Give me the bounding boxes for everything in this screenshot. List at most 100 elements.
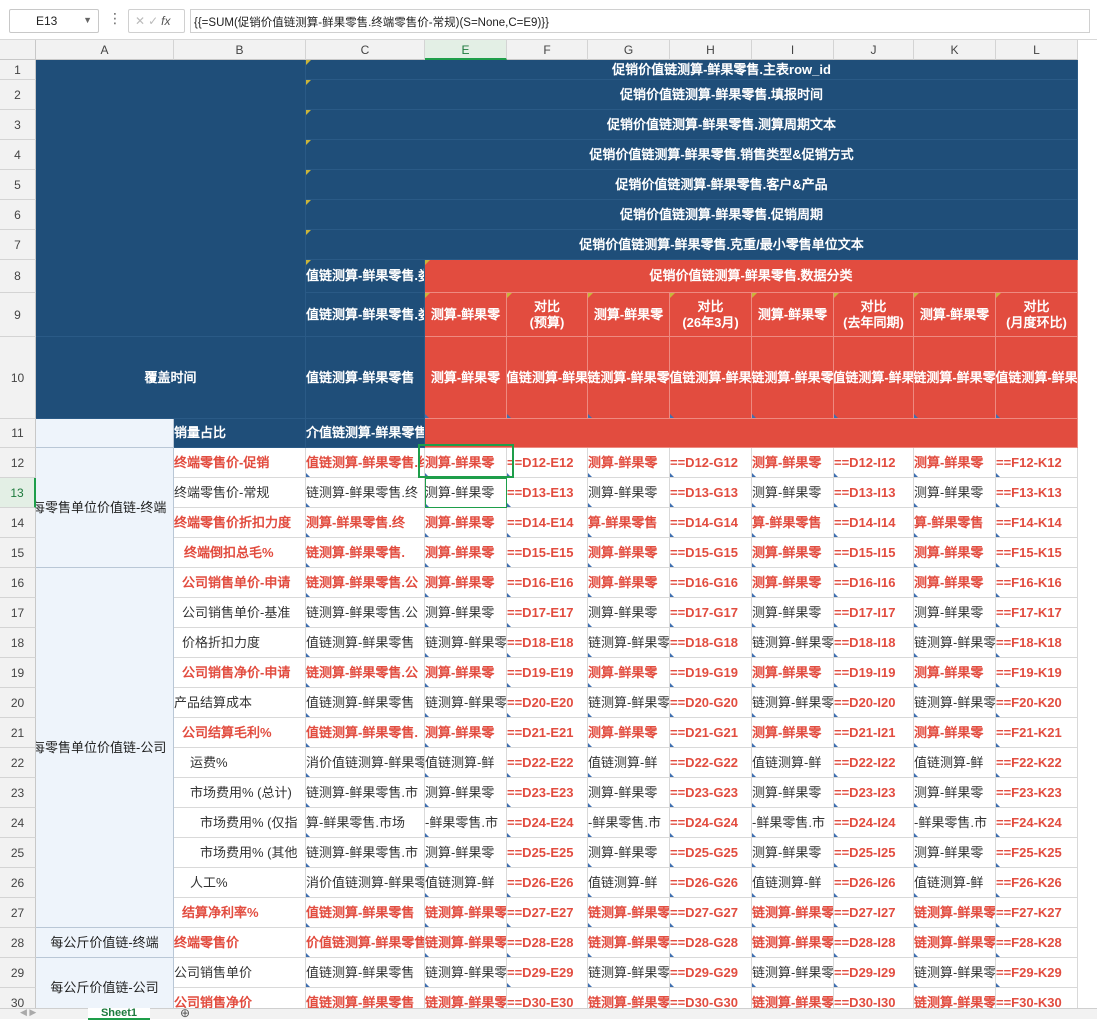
column-header-k[interactable]: K xyxy=(914,40,996,60)
cell-f27[interactable]: ==D27-E27 xyxy=(507,898,588,928)
cell-e28[interactable]: 链测算-鲜果零 xyxy=(425,928,507,958)
cell-c20[interactable]: 值链测算-鲜果零售 xyxy=(306,688,425,718)
cell-k14[interactable]: 算-鲜果零售 xyxy=(914,508,996,538)
group-label[interactable]: 每公斤价值链-终端 xyxy=(36,928,174,958)
cell-j20[interactable]: ==D20-I20 xyxy=(834,688,914,718)
row10-header-i[interactable]: 链测算-鲜果零 xyxy=(752,337,834,419)
cell-l25[interactable]: ==F25-K25 xyxy=(996,838,1078,868)
cell-i17[interactable]: 测算-鲜果零 xyxy=(752,598,834,628)
row-label[interactable]: 市场费用% (总计) xyxy=(174,778,306,808)
cell-l21[interactable]: ==F21-K21 xyxy=(996,718,1078,748)
cell-j17[interactable]: ==D17-I17 xyxy=(834,598,914,628)
cell-j26[interactable]: ==D26-I26 xyxy=(834,868,914,898)
cell-h17[interactable]: ==D17-G17 xyxy=(670,598,752,628)
cell-a11[interactable] xyxy=(36,419,174,448)
cell-f14[interactable]: ==D14-E14 xyxy=(507,508,588,538)
cell-l29[interactable]: ==F29-K29 xyxy=(996,958,1078,988)
row-header-15[interactable]: 15 xyxy=(0,538,36,568)
cell-c17[interactable]: 链测算-鲜果零售.公 xyxy=(306,598,425,628)
cell-f13[interactable]: ==D13-E13 xyxy=(507,478,588,508)
row-header-9[interactable]: 9 xyxy=(0,293,36,337)
row-header-10[interactable]: 10 xyxy=(0,337,36,419)
cell-f16[interactable]: ==D16-E16 xyxy=(507,568,588,598)
formula-input[interactable]: {{=SUM(促销价值链测算-鲜果零售.终端零售价-常规)(S=None,C=E… xyxy=(190,9,1090,33)
cell-h27[interactable]: ==D27-G27 xyxy=(670,898,752,928)
cell-j21[interactable]: ==D21-I21 xyxy=(834,718,914,748)
cell-i14[interactable]: 算-鲜果零售 xyxy=(752,508,834,538)
cell-h15[interactable]: ==D15-G15 xyxy=(670,538,752,568)
cell-e30[interactable]: 链测算-鲜果零 xyxy=(425,988,507,1008)
cell-i21[interactable]: 测算-鲜果零 xyxy=(752,718,834,748)
column-header-h[interactable]: H xyxy=(670,40,752,60)
cell-e29[interactable]: 链测算-鲜果零 xyxy=(425,958,507,988)
column-header-i[interactable]: I xyxy=(752,40,834,60)
header-row-2[interactable]: 促销价值链测算-鲜果零售.填报时间 xyxy=(306,80,1078,110)
cell-l19[interactable]: ==F19-K19 xyxy=(996,658,1078,688)
cell-g12[interactable]: 测算-鲜果零 xyxy=(588,448,670,478)
header-row-6[interactable]: 促销价值链测算-鲜果零售.促销周期 xyxy=(306,200,1078,230)
cell-e17[interactable]: 测算-鲜果零 xyxy=(425,598,507,628)
cell-k16[interactable]: 测算-鲜果零 xyxy=(914,568,996,598)
row9-header-j[interactable]: 对比 (去年同期) xyxy=(834,293,914,337)
cell-g28[interactable]: 链测算-鲜果零 xyxy=(588,928,670,958)
cell-l12[interactable]: ==F12-K12 xyxy=(996,448,1078,478)
group-label[interactable]: 每公斤价值链-公司 xyxy=(36,958,174,1008)
cell-a10[interactable]: 覆盖时间 xyxy=(36,337,306,419)
cell-i12[interactable]: 测算-鲜果零 xyxy=(752,448,834,478)
cell-e13[interactable]: 测算-鲜果零 xyxy=(425,478,507,508)
cell-k13[interactable]: 测算-鲜果零 xyxy=(914,478,996,508)
row-label[interactable]: 公司销售单价-基准 xyxy=(174,598,306,628)
row-label[interactable]: 公司销售单价-申请 xyxy=(174,568,306,598)
cell-g24[interactable]: -鲜果零售.市 xyxy=(588,808,670,838)
cell-j18[interactable]: ==D18-I18 xyxy=(834,628,914,658)
data-category-header[interactable]: 促销价值链测算-鲜果零售.数据分类 xyxy=(425,260,1078,293)
cell-g29[interactable]: 链测算-鲜果零 xyxy=(588,958,670,988)
row9-header-e[interactable]: 测算-鲜果零 xyxy=(425,293,507,337)
cell-k19[interactable]: 测算-鲜果零 xyxy=(914,658,996,688)
cell-k30[interactable]: 链测算-鲜果零 xyxy=(914,988,996,1008)
cell-l27[interactable]: ==F27-K27 xyxy=(996,898,1078,928)
column-header-a[interactable]: A xyxy=(36,40,174,60)
cell-e16[interactable]: 测算-鲜果零 xyxy=(425,568,507,598)
row9-header-h[interactable]: 对比 (26年3月) xyxy=(670,293,752,337)
cell-j13[interactable]: ==D13-I13 xyxy=(834,478,914,508)
cell-l20[interactable]: ==F20-K20 xyxy=(996,688,1078,718)
cell-l15[interactable]: ==F15-K15 xyxy=(996,538,1078,568)
fx-icon[interactable]: fx xyxy=(161,14,170,28)
cell-c16[interactable]: 链测算-鲜果零售.公 xyxy=(306,568,425,598)
cell-f21[interactable]: ==D21-E21 xyxy=(507,718,588,748)
select-all-corner[interactable] xyxy=(0,40,36,60)
cell-c27[interactable]: 值链测算-鲜果零售 xyxy=(306,898,425,928)
row11-red-band[interactable] xyxy=(425,419,1078,448)
cell-f29[interactable]: ==D29-E29 xyxy=(507,958,588,988)
cell-l16[interactable]: ==F16-K16 xyxy=(996,568,1078,598)
cell-k15[interactable]: 测算-鲜果零 xyxy=(914,538,996,568)
row-header-24[interactable]: 24 xyxy=(0,808,36,838)
cell-k29[interactable]: 链测算-鲜果零 xyxy=(914,958,996,988)
row-label[interactable]: 终端零售价 xyxy=(174,928,306,958)
cell-g25[interactable]: 测算-鲜果零 xyxy=(588,838,670,868)
row-header-5[interactable]: 5 xyxy=(0,170,36,200)
row-label[interactable]: 结算净利率% xyxy=(174,898,306,928)
row-label[interactable]: 公司销售净价-申请 xyxy=(174,658,306,688)
cell-i15[interactable]: 测算-鲜果零 xyxy=(752,538,834,568)
cell-k26[interactable]: 值链测算-鲜 xyxy=(914,868,996,898)
cell-i29[interactable]: 链测算-鲜果零 xyxy=(752,958,834,988)
column-header-l[interactable]: L xyxy=(996,40,1078,60)
row-header-4[interactable]: 4 xyxy=(0,140,36,170)
cell-l14[interactable]: ==F14-K14 xyxy=(996,508,1078,538)
name-box[interactable]: E13 ▼ xyxy=(9,9,99,33)
row-label[interactable]: 终端零售价-促销 xyxy=(174,448,306,478)
cell-k28[interactable]: 链测算-鲜果零 xyxy=(914,928,996,958)
cell-h22[interactable]: ==D22-G22 xyxy=(670,748,752,778)
row9-header-l[interactable]: 对比 (月度环比) xyxy=(996,293,1078,337)
row-label[interactable]: 终端倒扣总毛% xyxy=(174,538,306,568)
cell-c21[interactable]: 值链测算-鲜果零售. xyxy=(306,718,425,748)
cell-h19[interactable]: ==D19-G19 xyxy=(670,658,752,688)
cell-k18[interactable]: 链测算-鲜果零 xyxy=(914,628,996,658)
confirm-icon[interactable]: ✓ xyxy=(148,14,161,28)
cell-c19[interactable]: 链测算-鲜果零售.公 xyxy=(306,658,425,688)
cell-i24[interactable]: -鲜果零售.市 xyxy=(752,808,834,838)
cell-e20[interactable]: 链测算-鲜果零 xyxy=(425,688,507,718)
cell-c10[interactable]: 值链测算-鲜果零售 xyxy=(306,337,425,419)
